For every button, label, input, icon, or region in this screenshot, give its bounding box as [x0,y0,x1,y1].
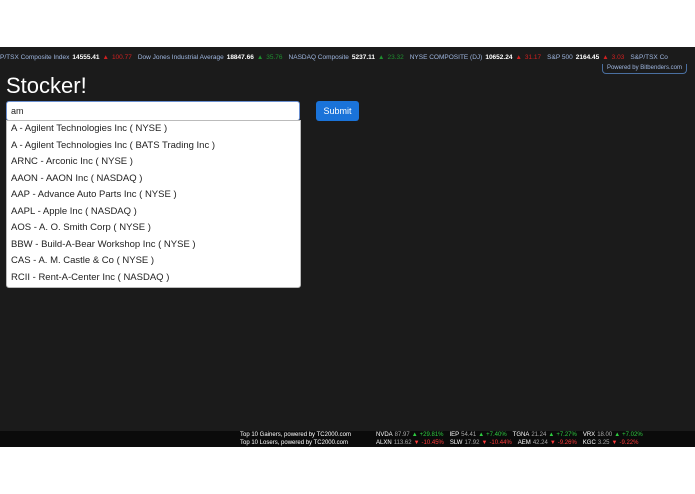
stock-percent-change: +7.02% [622,432,643,438]
ticker-index-name: Dow Jones Industrial Average [137,54,224,61]
stock-symbol: VRX [582,432,596,438]
gainers-items: NVDA 87.97 ▲ +29.81% IEP 54.41 ▲ +7.40% TGNA 21.2… [376,431,649,439]
ticker-index-value: 18847.66 [226,54,254,61]
stock-symbol: IEP [449,432,460,438]
ticker-index-value: 2164.45 [575,54,600,61]
losers-row: Top 10 Losers, powered by TC2000.com ALX… [0,439,695,447]
ticker-index-value: 14555.41 [72,54,100,61]
arrow-down-icon: ▲ [602,54,609,61]
powered-by-link[interactable]: Powered by Bitbenders.com [601,64,687,74]
stock-symbol: ALXN [376,440,392,446]
arrow-up-icon: ▲ [411,432,418,438]
arrow-down-icon: ▲ [515,54,522,61]
stock-price: 87.97 [394,432,410,438]
losers-item[interactable]: KGC 3.25 ▼ -9.22% [583,439,639,447]
stock-price: 113.62 [393,440,412,446]
stock-symbol: TGNA [512,432,530,438]
arrow-down-icon: ▼ [481,440,488,446]
arrow-up-icon: ▲ [614,432,621,438]
suggestion-item[interactable]: AAON - AAON Inc ( NASDAQ ) [7,171,300,188]
stock-percent-change: +7.27% [556,432,577,438]
stock-symbol: AEM [517,440,531,446]
autocomplete-dropdown: A - Agilent Technologies Inc ( NYSE ) A -… [6,120,301,288]
suggestion-item[interactable]: AAP - Advance Auto Parts Inc ( NYSE ) [7,187,300,204]
ticker-index-name: P/TSX Composite Index [0,54,70,61]
suggestion-item[interactable]: A - Agilent Technologies Inc ( NYSE ) [7,121,300,138]
ticker-item[interactable]: NASDAQ Composite 5237.11 ▲ 23.32 [289,53,404,63]
ticker-index-change: 35.76 [266,54,283,61]
arrow-down-icon: ▼ [549,440,556,446]
stock-price: 21.24 [531,432,547,438]
ticker-index-change: 100.77 [111,54,132,61]
stock-price: 3.25 [597,440,610,446]
losers-label[interactable]: Top 10 Losers, powered by TC2000.com [240,439,348,447]
suggestion-item[interactable]: A - Agilent Technologies Inc ( BATS Trad… [7,138,300,155]
suggestion-item[interactable]: BBW - Build-A-Bear Workshop Inc ( NYSE ) [7,237,300,254]
arrow-down-icon: ▲ [102,54,109,61]
suggestion-item[interactable]: AOS - A. O. Smith Corp ( NYSE ) [7,220,300,237]
stock-percent-change: +7.40% [486,432,507,438]
stock-percent-change: -10.44% [489,440,512,446]
losers-item[interactable]: SLW 17.92 ▼ -10.44% [450,439,512,447]
gainers-item[interactable]: NVDA 87.97 ▲ +29.81% [376,431,444,439]
stock-percent-change: -9.26% [557,440,577,446]
arrow-down-icon: ▼ [413,440,420,446]
ticker-index-name: S&P/TSX Co [630,54,668,61]
arrow-up-icon: ▲ [256,54,264,61]
stock-price: 42.24 [532,440,548,446]
suggestion-item[interactable]: ARNC - Arconic Inc ( NYSE ) [7,154,300,171]
app-container: P/TSX Composite Index 14555.41 ▲ 100.77 Dow … [0,47,695,445]
ticker-index-change: 3.03 [611,54,625,61]
search-input[interactable]: am [6,101,300,121]
arrow-up-icon: ▲ [478,432,485,438]
losers-item[interactable]: ALXN 113.62 ▼ -10.45% [376,439,444,447]
stock-percent-change: +29.81% [419,432,444,438]
ticker-item[interactable]: S&P/TSX Co [630,53,677,63]
stock-price: 17.92 [464,440,480,446]
ticker-item[interactable]: P/TSX Composite Index 14555.41 ▲ 100.77 [0,53,132,63]
ticker-index-name: S&P 500 [547,54,573,61]
ticker-index-value: 5237.11 [351,54,376,61]
submit-button[interactable]: Submit [316,101,359,121]
gainers-row: Top 10 Gainers, powered by TC2000.com NV… [0,431,695,439]
suggestion-item[interactable]: AAPL - Apple Inc ( NASDAQ ) [7,204,300,221]
losers-items: ALXN 113.62 ▼ -10.45% SLW 17.92 ▼ -10.44% AEM 42.… [376,439,644,447]
stock-symbol: NVDA [376,432,393,438]
stock-percent-change: -10.45% [421,440,444,446]
losers-item[interactable]: AEM 42.24 ▼ -9.26% [518,439,577,447]
ticker-item[interactable]: Dow Jones Industrial Average 18847.66 ▲ 35.… [138,53,283,63]
gainers-label[interactable]: Top 10 Gainers, powered by TC2000.com [240,431,351,439]
arrow-down-icon: ▼ [611,440,618,446]
ticker-index-value: 10652.24 [485,54,513,61]
stock-price: 18.00 [597,432,613,438]
ticker-index-change: 31.17 [524,54,542,61]
suggestion-item[interactable]: RCII - Rent-A-Center Inc ( NASDAQ ) [7,270,300,287]
index-ticker: P/TSX Composite Index 14555.41 ▲ 100.77 Dow … [0,53,683,63]
stock-symbol: KGC [582,440,596,446]
ticker-index-change: 23.32 [387,54,404,61]
page-title: Stocker! [6,73,87,98]
gainers-item[interactable]: IEP 54.41 ▲ +7.40% [450,431,507,439]
stock-percent-change: -9.22% [619,440,639,446]
ticker-item[interactable]: S&P 500 2164.45 ▲ 3.03 [547,53,624,63]
ticker-item[interactable]: NYSE COMPOSITE (DJ) 10652.24 ▲ 31.17 [410,53,541,63]
stock-symbol: SLW [449,440,463,446]
ticker-index-name: NYSE COMPOSITE (DJ) [409,54,483,61]
stock-price: 54.41 [461,432,477,438]
gainers-item[interactable]: TGNA 21.24 ▲ +7.27% [513,431,577,439]
arrow-up-icon: ▲ [548,432,555,438]
ticker-index-name: NASDAQ Composite [288,54,349,61]
suggestion-item[interactable]: CAS - A. M. Castle & Co ( NYSE ) [7,253,300,270]
gainers-item[interactable]: VRX 18.00 ▲ +7.02% [583,431,643,439]
arrow-up-icon: ▲ [378,54,385,61]
